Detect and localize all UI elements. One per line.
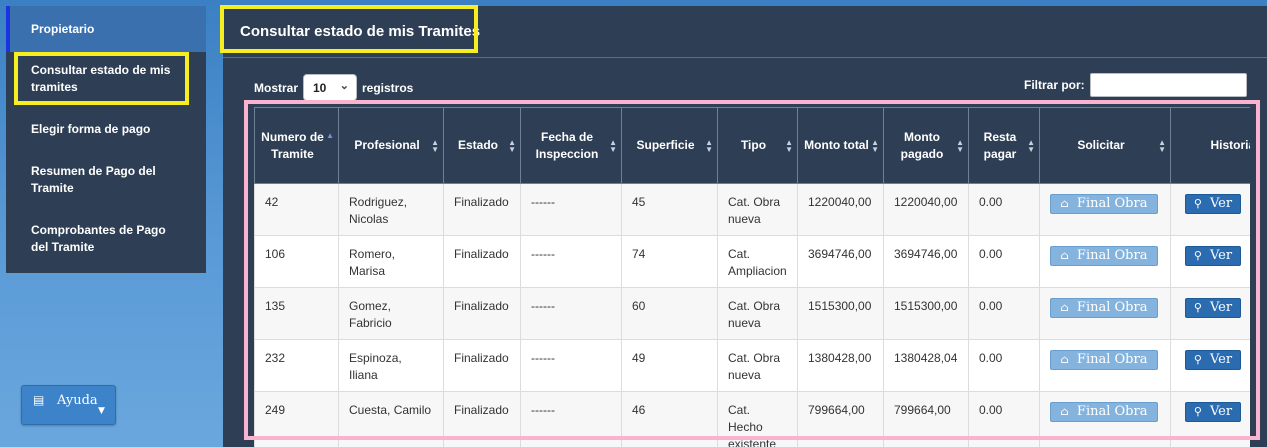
filter-input[interactable] [1090, 73, 1247, 97]
highlight-box-table [244, 100, 1260, 440]
sidebar-item-label: Elegir forma de pago [31, 122, 151, 136]
help-button[interactable]: ▤ Ayuda ▼ [21, 385, 116, 425]
book-icon: ▤ [33, 393, 45, 407]
sidebar-item-comprobantes-de-pago[interactable]: Comprobantes de Pago del Tramite [6, 222, 206, 256]
sidebar-item-label: Comprobantes de Pago del Tramite [31, 223, 166, 254]
sidebar-item-label: Propietario [31, 22, 95, 36]
header-divider [223, 57, 1267, 58]
highlight-box-sidebar [14, 52, 189, 105]
sidebar-item-resumen-de-pago[interactable]: Resumen de Pago del Tramite [6, 163, 206, 197]
help-button-label: Ayuda [57, 393, 98, 408]
caret-down-icon: ▼ [98, 406, 105, 416]
show-label: Mostrar [254, 81, 299, 95]
sidebar-item-elegir-forma-de-pago[interactable]: Elegir forma de pago [6, 121, 206, 138]
highlight-box-title [220, 5, 478, 53]
page-length-select[interactable]: 10 ⌄ [303, 74, 357, 101]
page-length-value: 10 [313, 81, 327, 95]
sidebar: Propietario Consultar estado de mis tram… [6, 6, 206, 273]
filter-label: Filtrar por: [1024, 78, 1085, 92]
sidebar-item-label: Resumen de Pago del Tramite [31, 164, 156, 195]
records-label: registros [362, 81, 414, 95]
chevron-down-icon: ⌄ [339, 80, 349, 92]
sidebar-item-propietario[interactable]: Propietario [6, 6, 206, 52]
